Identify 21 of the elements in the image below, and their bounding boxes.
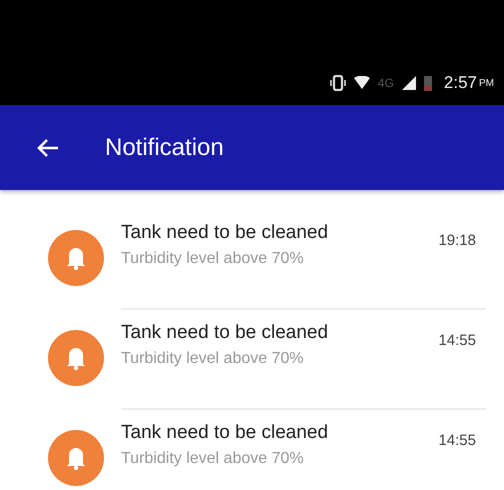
network-type: 4G	[378, 76, 394, 90]
screen-title: Notification	[105, 134, 224, 162]
notification-title: Tank need to be cleaned	[121, 222, 330, 244]
notification-time: 19:18	[438, 232, 476, 251]
notification-subtitle: Turbidity level above 70%	[121, 350, 305, 368]
vibrate-icon	[330, 75, 346, 91]
notification-time: 14:55	[438, 332, 476, 351]
notification-title: Tank need to be cleaned	[121, 422, 330, 444]
wifi-icon	[354, 76, 370, 90]
notification-time: 14:55	[438, 432, 476, 451]
battery-icon	[424, 75, 432, 91]
signal-icon	[402, 76, 416, 90]
notification-title: Tank need to be cleaned	[121, 322, 330, 344]
back-arrow-icon[interactable]	[37, 138, 59, 158]
clock: 2:57	[444, 73, 477, 93]
clock-period: PM	[479, 78, 494, 88]
bell-icon	[48, 430, 104, 486]
bell-icon	[48, 330, 104, 386]
notification-subtitle: Turbidity level above 70%	[121, 450, 305, 468]
notification-subtitle: Turbidity level above 70%	[121, 250, 305, 268]
bell-icon	[48, 230, 104, 286]
